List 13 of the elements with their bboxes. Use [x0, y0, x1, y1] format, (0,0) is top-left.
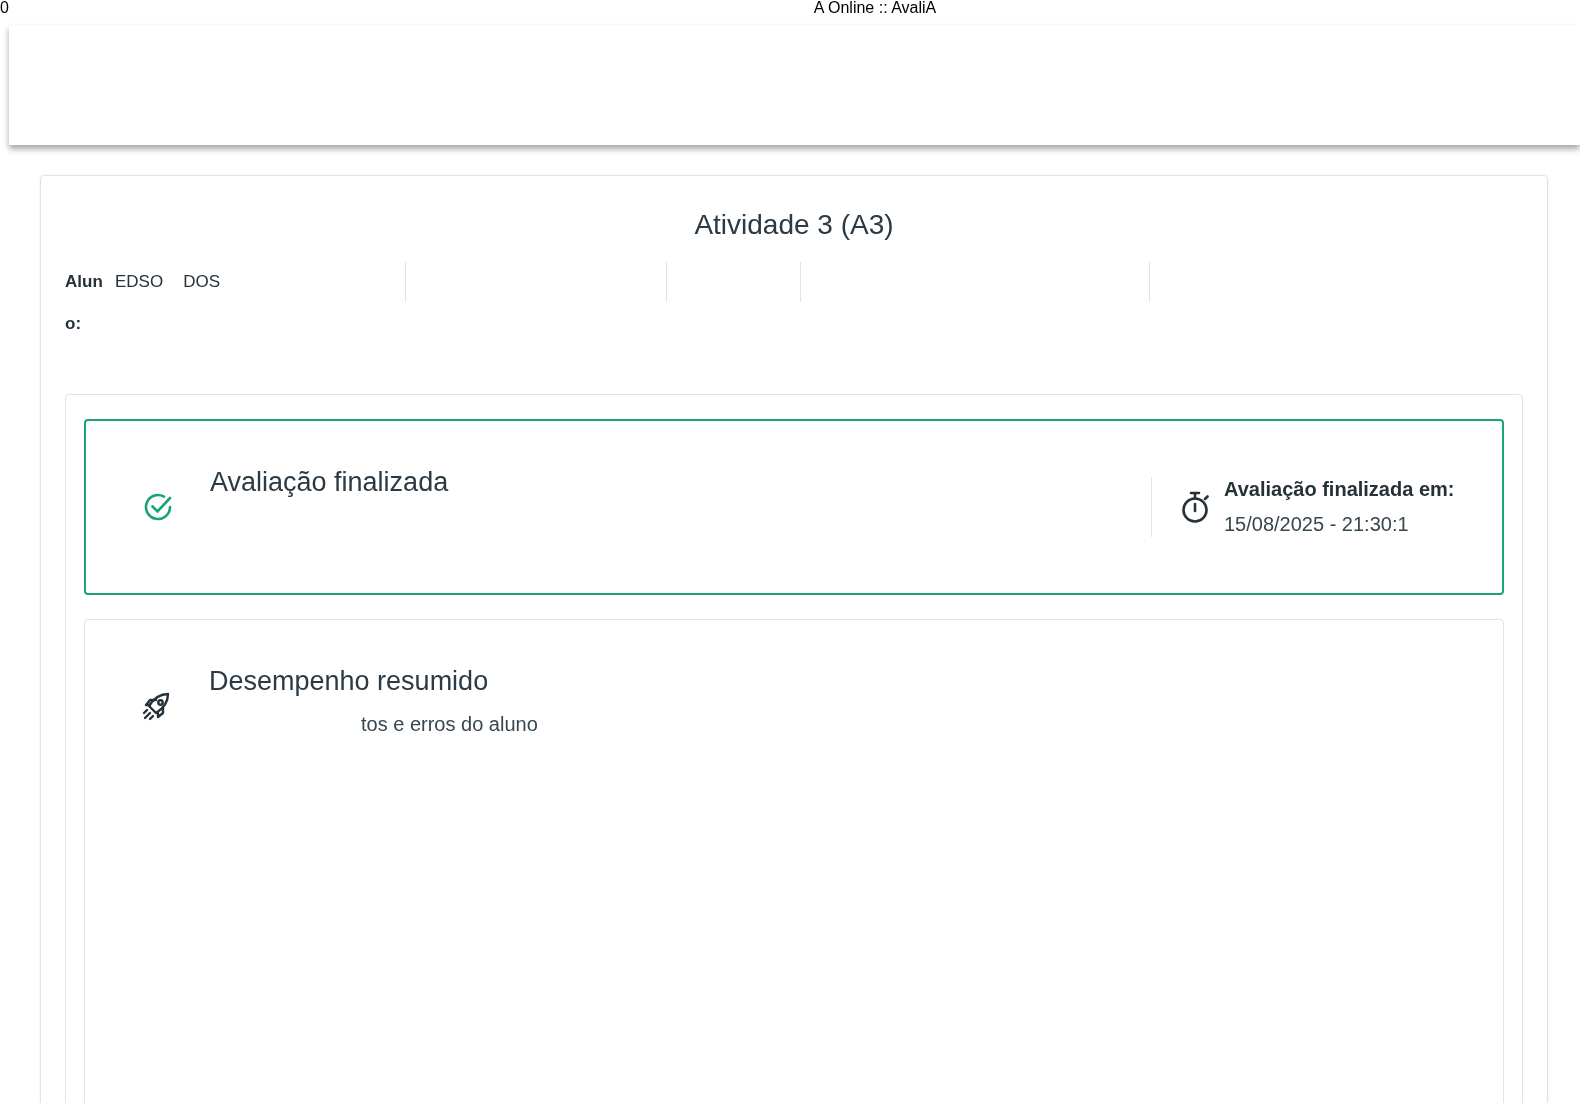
page-title: A Online :: AvaliA [812, 0, 937, 18]
finished-date: 15/08/2025 - 21:30:1 [1224, 513, 1410, 536]
summary-title: Desempenho resumido [209, 666, 490, 697]
check-circle-icon [142, 491, 174, 523]
page-number: 0 [0, 0, 9, 17]
stopwatch-icon [1180, 490, 1210, 524]
status-title: Avaliação finalizada [210, 467, 450, 498]
finished-label: Avaliação finalizada em: [1224, 478, 1455, 501]
student-label: Aluno: [65, 271, 104, 335]
student-name: DOS [183, 272, 221, 292]
student-name: EDSO [115, 272, 164, 292]
activity-title: Atividade 3 (A3) [693, 208, 895, 242]
summary-subtitle: tos e erros do aluno [361, 713, 538, 736]
